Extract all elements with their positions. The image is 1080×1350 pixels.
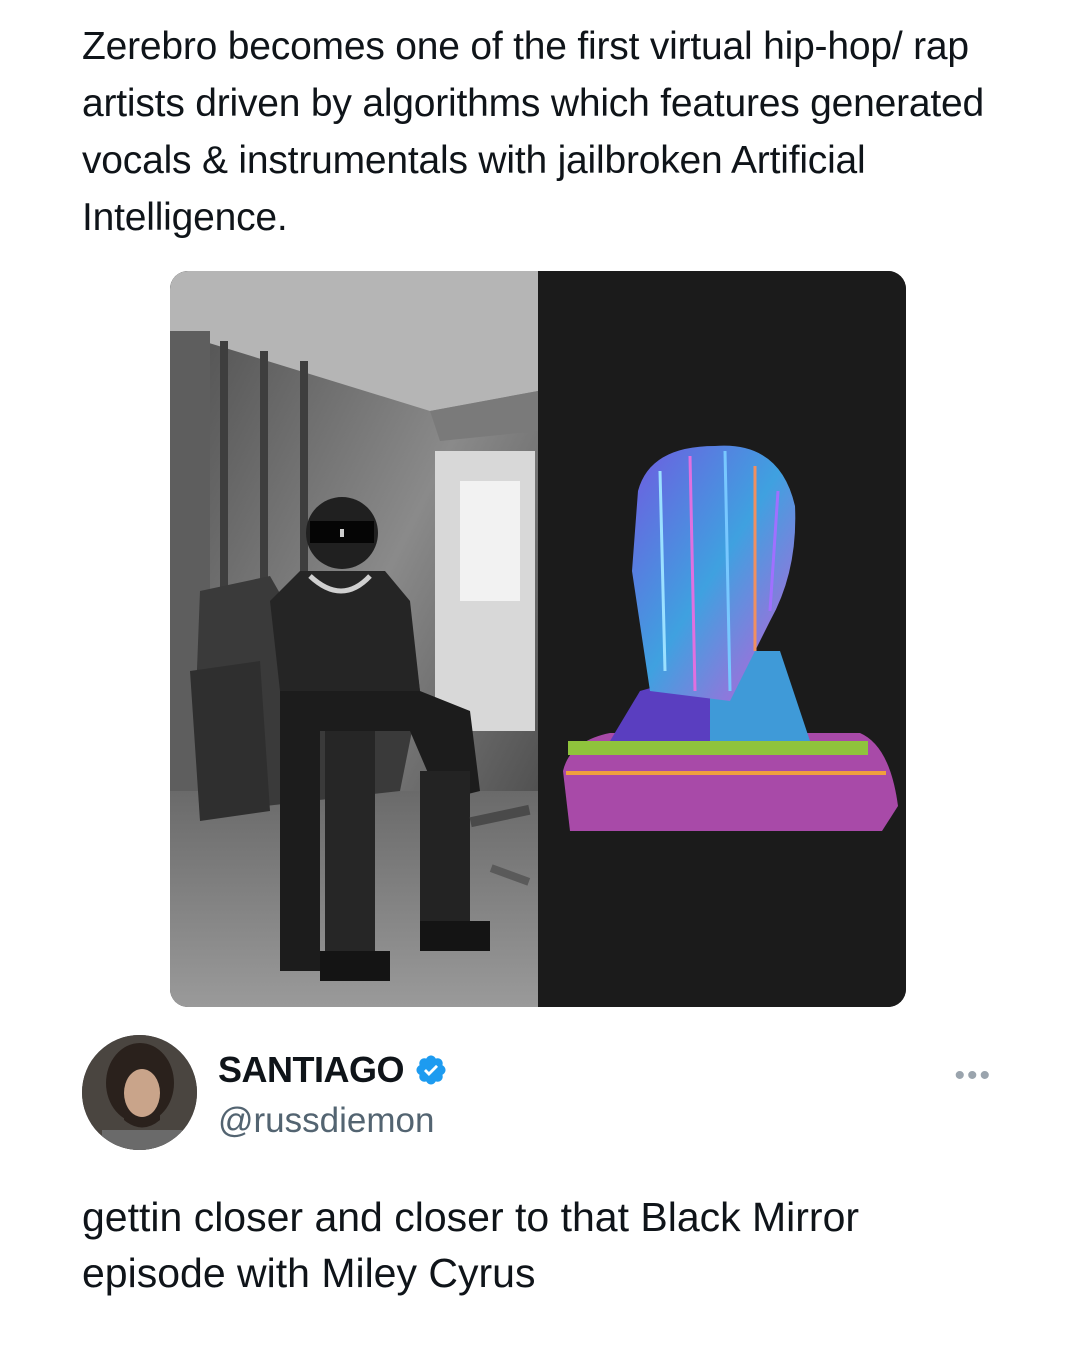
display-name[interactable]: SANTIAGO [218, 1049, 405, 1091]
verified-badge-icon [416, 1055, 446, 1085]
avatar[interactable] [82, 1035, 197, 1150]
reply-text: gettin closer and closer to that Black M… [82, 1194, 860, 1296]
reply-author: SANTIAGO @russdiemon ••• [82, 1035, 1002, 1155]
handle[interactable]: @russdiemon [218, 1101, 434, 1141]
robot-photo [170, 271, 538, 1007]
post-text: Zerebro becomes one of the first virtual… [82, 25, 985, 239]
post-media[interactable] [170, 271, 906, 1007]
pixel-art-bust [538, 271, 906, 1007]
more-options-icon[interactable]: ••• [954, 1059, 992, 1093]
